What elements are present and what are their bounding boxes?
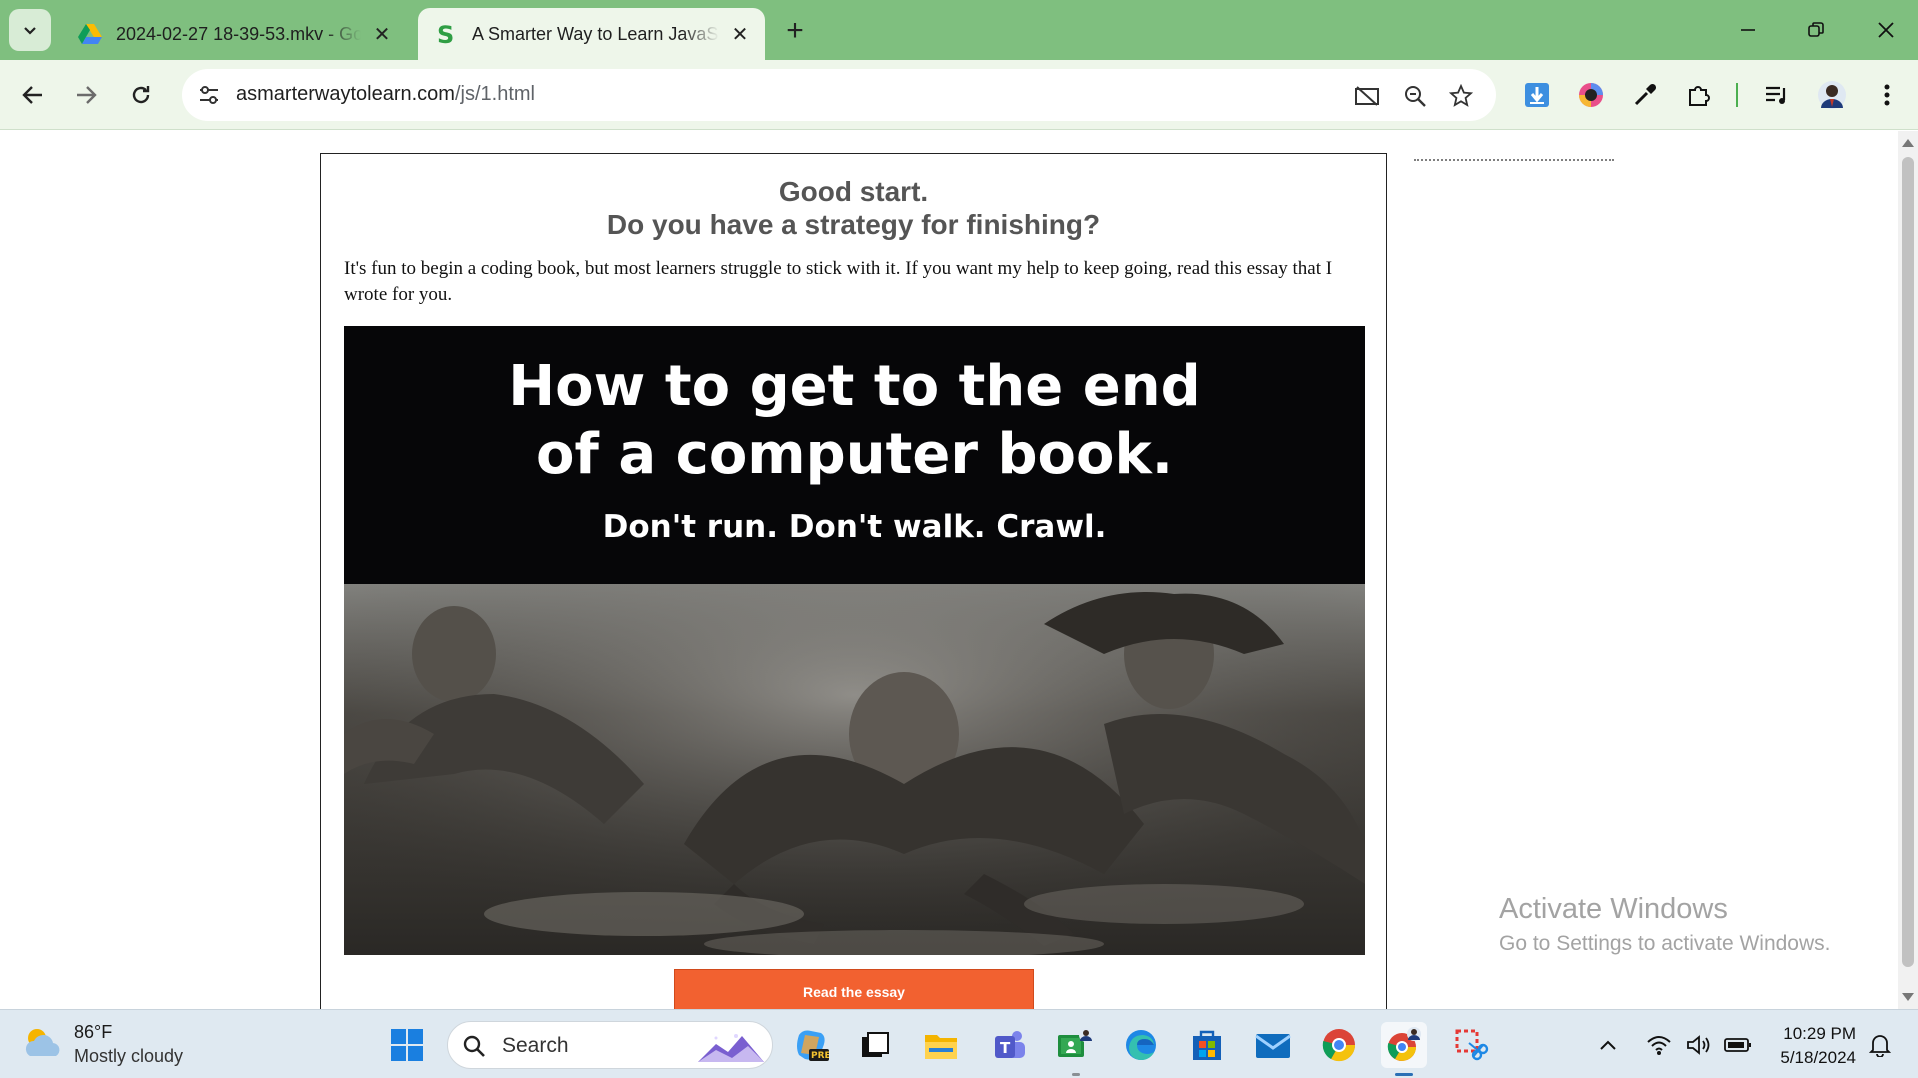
- watermark-subtitle: Go to Settings to activate Windows.: [1499, 932, 1831, 955]
- no-camera-icon[interactable]: [1352, 81, 1382, 111]
- taskbar-search-box[interactable]: Search: [447, 1021, 773, 1069]
- search-icon: [463, 1035, 485, 1057]
- restore-button[interactable]: [1788, 10, 1844, 50]
- clock-date: 5/18/2024: [1780, 1048, 1856, 1067]
- new-tab-button[interactable]: +: [778, 14, 812, 48]
- weather-temperature: 86°F: [74, 1022, 113, 1042]
- intro-paragraph: It's fun to begin a coding book, but mos…: [344, 258, 1333, 305]
- edge-icon[interactable]: [1118, 1022, 1164, 1068]
- active-indicator: [1395, 1073, 1413, 1076]
- browser-toolbar: asmarterwaytolearn.com/js/1.html: [0, 60, 1918, 130]
- tab-title: A Smarter Way to Learn JavaScr: [472, 23, 719, 44]
- close-icon: [1878, 22, 1894, 38]
- wifi-icon[interactable]: [1644, 1022, 1674, 1068]
- essay-banner-image[interactable]: How to get to the end of a computer book…: [344, 326, 1365, 955]
- search-highlight-icon: [698, 1034, 764, 1062]
- site-s-icon: S: [434, 22, 458, 46]
- mud-crawl-photo: [344, 584, 1365, 955]
- tab-smarter-way[interactable]: S A Smarter Way to Learn JavaScr ✕: [418, 8, 765, 60]
- show-hidden-icons-chevron-up-icon[interactable]: [1592, 1022, 1624, 1068]
- chrome-icon[interactable]: [1316, 1022, 1362, 1068]
- teams-icon[interactable]: T: [986, 1022, 1032, 1068]
- mail-icon[interactable]: [1250, 1022, 1296, 1068]
- battery-icon[interactable]: [1722, 1022, 1754, 1068]
- color-extension-icon[interactable]: [1572, 76, 1610, 114]
- svg-text:S: S: [437, 22, 454, 46]
- tab-drive-video[interactable]: 2024-02-27 18-39-53.mkv - Go ✕: [62, 8, 407, 60]
- sidebar-divider: [1414, 159, 1614, 161]
- activate-windows-watermark: Activate Windows Go to Settings to activ…: [1499, 893, 1831, 956]
- google-drive-icon: [78, 22, 102, 46]
- restore-icon: [1808, 22, 1824, 37]
- weather-description: Mostly cloudy: [74, 1046, 184, 1066]
- content-panel: Good start. Do you have a strategy for f…: [320, 153, 1387, 1009]
- banner-title-line-1: How to get to the end: [508, 354, 1201, 419]
- download-extension-icon[interactable]: [1518, 76, 1556, 114]
- tab-search-button[interactable]: [9, 9, 51, 51]
- read-essay-button[interactable]: Read the essay: [674, 969, 1034, 1009]
- arrow-left-icon: [22, 86, 42, 104]
- search-label: Search: [502, 1034, 569, 1057]
- tab-title: 2024-02-27 18-39-53.mkv - Go: [116, 23, 361, 44]
- cloudy-weather-icon: [25, 1029, 60, 1056]
- tab-strip: 2024-02-27 18-39-53.mkv - Go ✕ S A Smart…: [0, 0, 1918, 60]
- site-settings-icon[interactable]: [196, 82, 222, 108]
- svg-text:PRE: PRE: [811, 1051, 829, 1061]
- file-explorer-icon[interactable]: [918, 1022, 964, 1068]
- reload-icon: [132, 86, 150, 104]
- notification-bell-icon[interactable]: [1862, 1022, 1898, 1068]
- microsoft-store-icon[interactable]: [1184, 1022, 1230, 1068]
- url-host: asmarterwaytolearn.com: [236, 83, 455, 105]
- close-window-button[interactable]: [1858, 10, 1914, 50]
- copilot-icon[interactable]: PRE: [788, 1022, 834, 1068]
- close-icon[interactable]: ✕: [369, 21, 395, 47]
- web-page: Good start. Do you have a strategy for f…: [0, 131, 1898, 1009]
- arrow-right-icon: [77, 86, 97, 104]
- scroll-up-icon[interactable]: [1902, 139, 1914, 147]
- banner-title-line-2: of a computer book.: [536, 422, 1173, 487]
- close-icon[interactable]: ✕: [727, 21, 753, 47]
- scrollbar-thumb[interactable]: [1902, 157, 1914, 967]
- forward-button[interactable]: [66, 75, 106, 115]
- windows-start-icon[interactable]: [384, 1022, 430, 1068]
- task-view-icon[interactable]: [852, 1022, 898, 1068]
- url-path: /js/1.html: [454, 83, 535, 105]
- extensions-puzzle-icon[interactable]: [1680, 76, 1718, 114]
- kebab-menu-icon[interactable]: [1868, 76, 1906, 114]
- windows-taskbar: 86°F Mostly cloudy Search PRE T 10:29 PM…: [0, 1009, 1918, 1078]
- address-bar[interactable]: asmarterwaytolearn.com/js/1.html: [182, 69, 1496, 121]
- toolbar-divider: [1736, 83, 1738, 107]
- svg-text:T: T: [1000, 1039, 1011, 1057]
- chrome-profile-icon[interactable]: [1381, 1022, 1427, 1068]
- volume-icon[interactable]: [1684, 1022, 1714, 1068]
- reload-button[interactable]: [121, 75, 161, 115]
- page-scrollbar[interactable]: [1898, 131, 1918, 1009]
- clock-time: 10:29 PM: [1783, 1024, 1856, 1043]
- minimize-button[interactable]: [1720, 10, 1776, 50]
- eyedropper-icon[interactable]: [1626, 76, 1664, 114]
- page-title: Good start.: [778, 176, 929, 207]
- minimize-icon: [1741, 29, 1755, 31]
- bookmark-star-icon[interactable]: [1446, 81, 1476, 111]
- running-indicator: [1072, 1073, 1080, 1076]
- scroll-down-icon[interactable]: [1902, 993, 1914, 1001]
- url-text[interactable]: asmarterwaytolearn.com/js/1.html: [236, 83, 535, 106]
- page-subtitle: Do you have a strategy for finishing?: [606, 209, 1101, 240]
- chevron-down-icon: [24, 27, 36, 35]
- avatar[interactable]: [1813, 76, 1851, 114]
- snipping-tool-icon[interactable]: [1448, 1022, 1494, 1068]
- zoom-icon[interactable]: [1400, 81, 1430, 111]
- watermark-title: Activate Windows: [1499, 893, 1728, 925]
- banner-subtitle: Don't run. Don't walk. Crawl.: [602, 509, 1107, 545]
- system-clock[interactable]: 10:29 PM 5/18/2024: [1766, 1022, 1856, 1070]
- classroom-icon[interactable]: [1052, 1022, 1098, 1068]
- weather-widget[interactable]: 86°F Mostly cloudy: [22, 1020, 183, 1068]
- media-control-icon[interactable]: [1758, 76, 1796, 114]
- back-button[interactable]: [13, 75, 53, 115]
